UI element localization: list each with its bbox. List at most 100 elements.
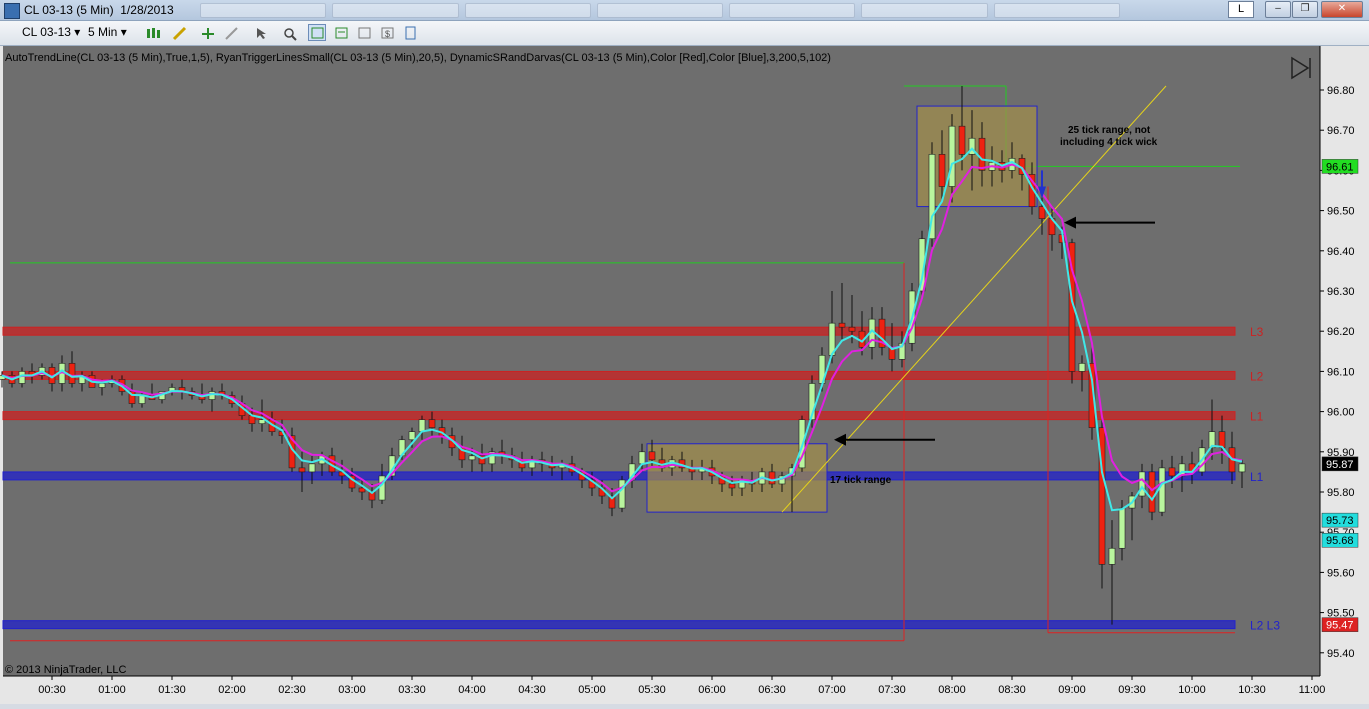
interval-selector[interactable]: 5 Min ▾ (88, 24, 127, 41)
price-tick-label: 96.80 (1327, 85, 1355, 97)
panel-glyph (405, 26, 416, 40)
candle-body[interactable] (948, 125, 956, 187)
candle-body[interactable] (1138, 471, 1146, 497)
candle-body[interactable] (648, 451, 656, 461)
window-title: CL 03-13 (5 Min) 1/28/2013 (24, 3, 174, 17)
dollar-icon[interactable]: $ (378, 24, 396, 41)
properties-glyph (335, 27, 348, 39)
instrument-selector[interactable]: CL 03-13 ▾ (22, 24, 80, 41)
candle-body[interactable] (1218, 431, 1226, 449)
price-tick-label: 96.30 (1327, 286, 1355, 298)
candle-body[interactable] (768, 471, 776, 485)
level-band (2, 326, 1236, 336)
background-tab[interactable] (332, 3, 459, 18)
candle-body[interactable] (958, 125, 966, 155)
minimize-button[interactable]: ‒ (1265, 1, 1291, 18)
candle-body[interactable] (298, 467, 306, 473)
candle-body[interactable] (468, 455, 476, 461)
candle-body[interactable] (378, 475, 386, 501)
annotation-17-tick: 17 tick range (830, 475, 892, 486)
candle-body[interactable] (308, 463, 316, 473)
draw-pencil-icon[interactable] (170, 24, 188, 41)
time-tick-label: 10:30 (1238, 684, 1266, 696)
candle-body[interactable] (1158, 467, 1166, 513)
candle-body[interactable] (838, 322, 846, 328)
title-bar: CL 03-13 (5 Min) 1/28/2013 L ‒ ❐ ✕ (0, 0, 1369, 21)
level-label: L3 (1250, 325, 1264, 339)
time-tick-label: 11:00 (1299, 684, 1326, 696)
strategy-icon[interactable] (222, 24, 240, 41)
candle-body[interactable] (1168, 467, 1176, 477)
candle-body[interactable] (728, 483, 736, 489)
candle-body[interactable] (1108, 547, 1116, 565)
candle-body[interactable] (848, 326, 856, 332)
indicator-label: AutoTrendLine(CL 03-13 (5 Min),True,1,5)… (5, 52, 831, 64)
candle-body[interactable] (638, 451, 646, 465)
chart-toolbar: CL 03-13 ▾ 5 Min ▾ $ (0, 21, 1369, 46)
annotation-25-tick-line2: including 4 tick wick (1060, 137, 1158, 148)
background-tab[interactable] (861, 3, 988, 18)
chart-template-icon[interactable] (355, 24, 373, 41)
time-tick-label: 05:00 (578, 684, 606, 696)
close-button[interactable]: ✕ (1321, 1, 1363, 18)
background-tab[interactable] (993, 3, 1120, 18)
candle-body[interactable] (1118, 507, 1126, 549)
candle-body[interactable] (18, 371, 26, 384)
time-tick-label: 01:00 (98, 684, 126, 696)
interval-label: 5 Min (88, 25, 118, 39)
background-tab[interactable] (729, 3, 856, 18)
level-band (2, 370, 1236, 380)
level-label: L1 (1250, 410, 1264, 424)
candle-body[interactable] (1038, 206, 1046, 219)
candle-body[interactable] (408, 431, 416, 441)
candle-body[interactable] (418, 419, 426, 433)
candle-body[interactable] (428, 419, 436, 428)
pointer-icon[interactable] (252, 24, 270, 41)
candle-body[interactable] (358, 487, 366, 493)
candle-body[interactable] (1238, 463, 1246, 473)
link-button[interactable]: L (1228, 1, 1254, 18)
time-tick-label: 10:00 (1178, 684, 1206, 696)
time-tick-label: 07:30 (878, 684, 906, 696)
data-box-icon[interactable] (308, 24, 326, 41)
background-tab[interactable] (200, 3, 327, 18)
properties-icon[interactable] (332, 24, 350, 41)
time-tick-label: 08:30 (998, 684, 1026, 696)
time-tick-label: 02:30 (278, 684, 306, 696)
candle-body[interactable] (938, 154, 946, 187)
restore-button[interactable]: ❐ (1292, 1, 1318, 18)
background-tab[interactable] (464, 3, 591, 18)
chevron-down-icon: ▾ (120, 25, 127, 39)
plus-glyph (202, 28, 214, 39)
level-band (2, 620, 1236, 630)
price-tick-label: 95.80 (1327, 487, 1355, 499)
candle-body[interactable] (618, 479, 626, 509)
add-indicator-icon[interactable] (198, 24, 216, 41)
trading-panel-icon[interactable] (401, 24, 419, 41)
candle-body[interactable] (138, 395, 146, 404)
svg-text:$: $ (385, 29, 390, 39)
bar-type-icon[interactable] (143, 24, 161, 41)
candle-body[interactable] (978, 137, 986, 171)
magnifier-glyph (284, 28, 297, 41)
candle-body[interactable] (1078, 363, 1086, 372)
level-label: L2 (1250, 369, 1264, 383)
price-tick-label: 96.50 (1327, 206, 1355, 218)
instrument-label: CL 03-13 (22, 25, 71, 39)
chart-area[interactable]: L3L2L1L1L2 L3 96.8096.7096.6096.5096.409… (0, 46, 1369, 704)
time-tick-label: 03:30 (398, 684, 426, 696)
price-tick-label: 96.10 (1327, 366, 1355, 378)
background-tab[interactable] (596, 3, 724, 18)
price-tick-label: 96.20 (1327, 326, 1355, 338)
level-label: L2 L3 (1250, 619, 1280, 633)
dollar-glyph: $ (381, 27, 394, 39)
copyright-text: © 2013 NinjaTrader, LLC (5, 664, 126, 676)
candle-body[interactable] (1148, 471, 1156, 513)
time-tick-label: 09:00 (1058, 684, 1086, 696)
price-chart[interactable]: L3L2L1L1L2 L3 96.8096.7096.6096.5096.409… (0, 46, 1369, 704)
price-tick-label: 96.40 (1327, 246, 1355, 258)
time-tick-label: 03:00 (338, 684, 366, 696)
candle-body[interactable] (68, 363, 76, 384)
zoom-icon[interactable] (280, 24, 298, 41)
candle-body[interactable] (98, 383, 106, 388)
